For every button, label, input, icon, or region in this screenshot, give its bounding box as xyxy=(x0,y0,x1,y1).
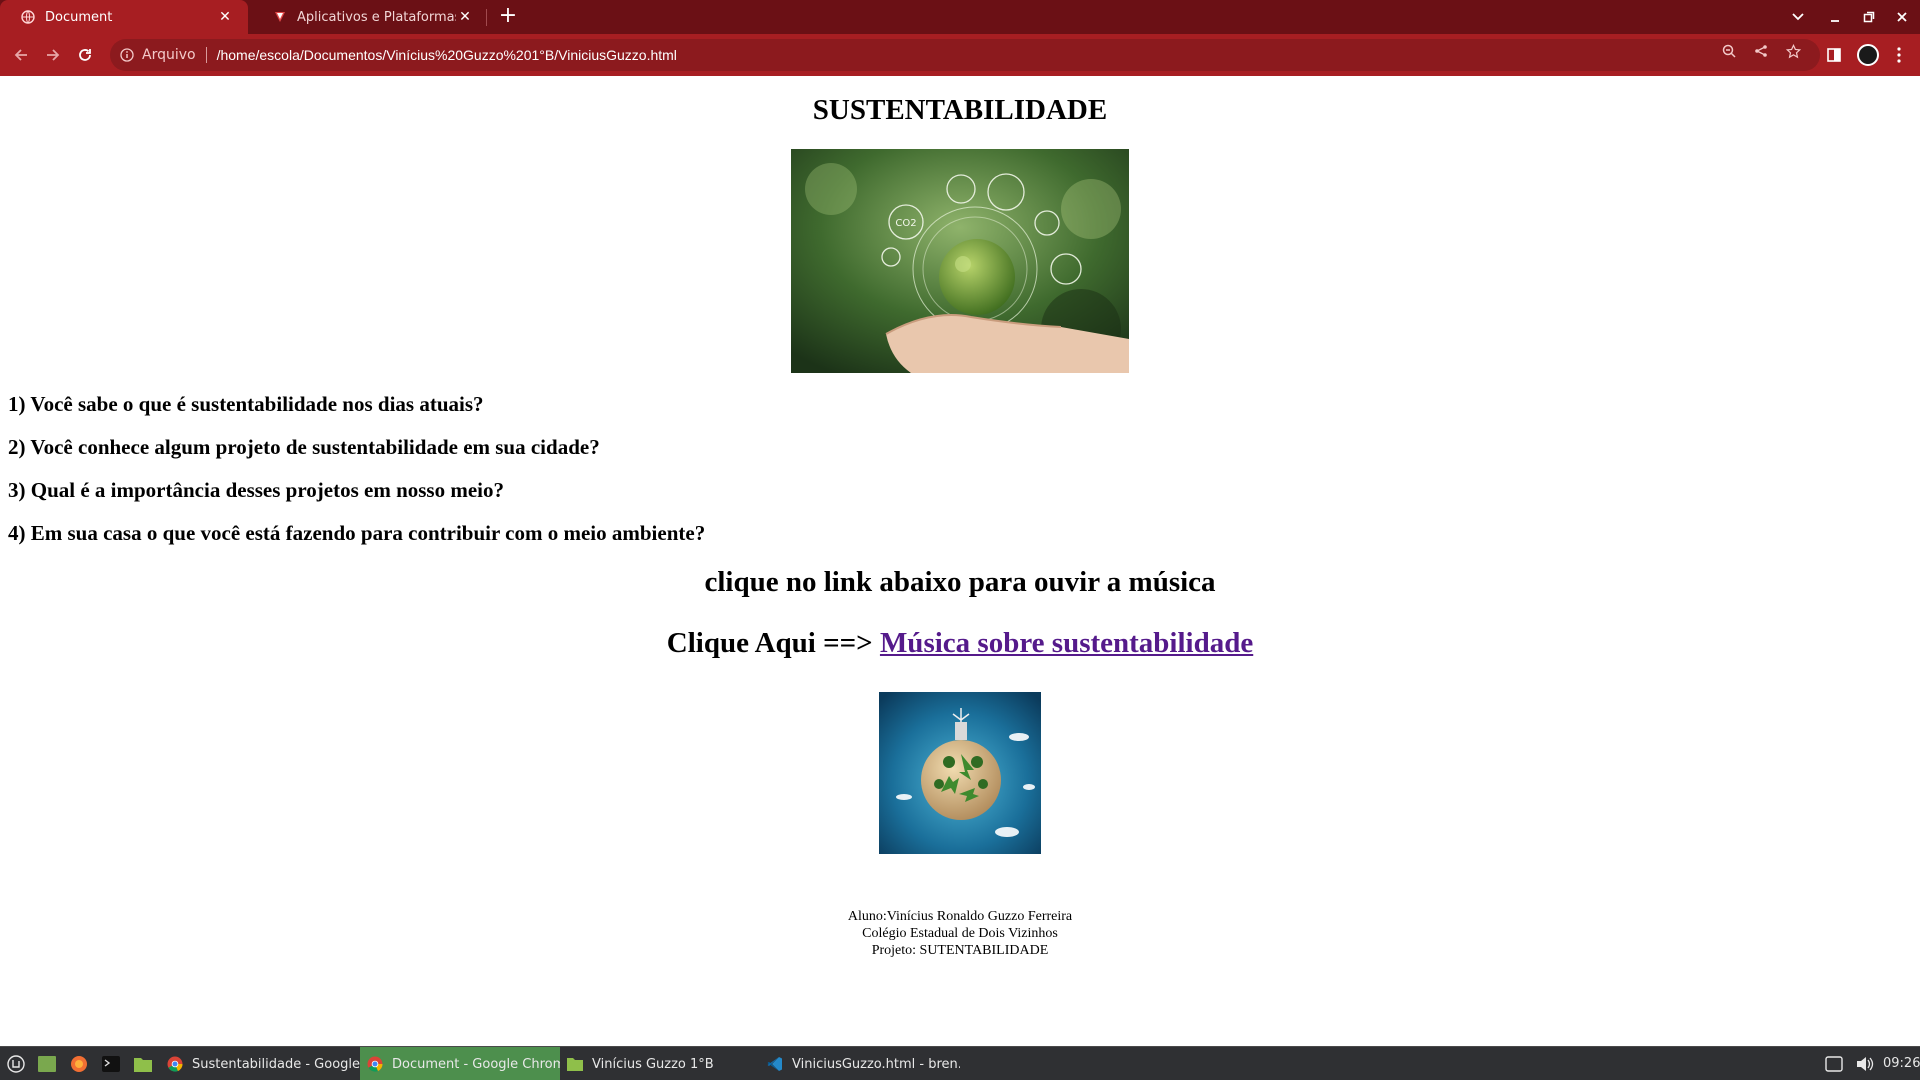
credit-project: Projeto: SUTENTABILIDADE xyxy=(871,943,1049,958)
sustainability-hand-globe-image: CO2 xyxy=(791,149,1129,373)
chrome-icon xyxy=(366,1055,384,1073)
scheme-label: Arquivo xyxy=(142,47,196,63)
browser-toolbar: Arquivo /home/escola/Documentos/Vinícius… xyxy=(0,34,1920,76)
question-4: 4) Em sua casa o que você está fazendo p… xyxy=(8,521,706,545)
bookmark-star-icon[interactable] xyxy=(1784,42,1802,60)
share-icon[interactable] xyxy=(1752,42,1770,60)
zoom-icon[interactable] xyxy=(1720,42,1738,60)
back-button[interactable] xyxy=(8,42,34,68)
forward-button[interactable] xyxy=(40,42,66,68)
page-title: SUSTENTABILIDADE xyxy=(812,94,1108,126)
folder-icon xyxy=(566,1055,584,1073)
music-link[interactable]: Música sobre sustentabilidade xyxy=(880,627,1253,659)
web-page: SUSTENTABILIDADE CO2 1) Você sabe o que … xyxy=(0,76,1920,1046)
tab-title: Aplicativos e Plataformas Edu xyxy=(297,9,456,25)
restore-button[interactable] xyxy=(1857,6,1881,28)
music-heading: clique no link abaixo para ouvir a músic… xyxy=(704,566,1216,598)
tab-strip: Document ✕ Aplicativos e Plataformas Edu… xyxy=(0,0,1920,34)
url-text[interactable]: /home/escola/Documentos/Vinícius%20Guzzo… xyxy=(217,47,677,63)
music-link-line: Clique Aqui ==> Música sobre sustentabil… xyxy=(0,627,1920,660)
credit-student: Aluno:Vinícius Ronaldo Guzzo Ferreira xyxy=(847,909,1073,924)
taskbar-app-label: ViniciusGuzzo.html - bren... xyxy=(792,1056,960,1072)
school-icon xyxy=(272,9,288,25)
terminal-icon[interactable] xyxy=(101,1054,121,1074)
show-desktop-icon[interactable] xyxy=(37,1054,57,1074)
volume-icon[interactable] xyxy=(1855,1055,1875,1073)
tab-search-icon[interactable] xyxy=(1786,6,1810,28)
taskbar: Sustentabilidade - Google ... Document -… xyxy=(0,1046,1920,1080)
globe-icon xyxy=(20,9,36,25)
notifications-icon[interactable] xyxy=(1824,1055,1844,1073)
credits-block: Aluno:Vinícius Ronaldo Guzzo Ferreira Co… xyxy=(0,908,1920,959)
profile-avatar[interactable] xyxy=(1857,44,1879,66)
taskbar-app-folder[interactable]: Vinícius Guzzo 1°B xyxy=(560,1047,750,1080)
question-3: 3) Qual é a importância desses projetos … xyxy=(8,478,504,502)
link-prefix: Clique Aqui ==> xyxy=(666,627,880,659)
files-icon[interactable] xyxy=(133,1054,153,1074)
menu-kebab-icon[interactable] xyxy=(1888,44,1910,66)
close-tab-icon[interactable]: ✕ xyxy=(216,8,234,26)
tab-aplicativos[interactable]: Aplicativos e Plataformas Edu ✕ xyxy=(252,0,488,34)
start-menu-icon[interactable] xyxy=(6,1054,26,1074)
taskbar-app-sustentabilidade[interactable]: Sustentabilidade - Google ... xyxy=(160,1047,360,1080)
new-tab-button[interactable]: + xyxy=(496,5,520,29)
taskbar-app-vscode[interactable]: ViniciusGuzzo.html - bren... xyxy=(760,1047,960,1080)
taskbar-app-label: Document - Google Chrome xyxy=(392,1056,560,1072)
omnibox-divider xyxy=(205,47,207,63)
clock[interactable]: 09:26 xyxy=(1883,1056,1920,1071)
chrome-icon xyxy=(166,1055,184,1073)
tab-title: Document xyxy=(45,9,113,25)
firefox-icon[interactable] xyxy=(69,1054,89,1074)
recycling-planet-image xyxy=(879,692,1041,854)
close-window-button[interactable] xyxy=(1890,6,1914,28)
address-bar[interactable]: Arquivo /home/escola/Documentos/Vinícius… xyxy=(110,39,1820,71)
tab-document[interactable]: Document ✕ xyxy=(0,0,248,34)
vscode-icon xyxy=(766,1055,784,1073)
tab-separator xyxy=(486,9,487,26)
question-2: 2) Você conhece algum projeto de sustent… xyxy=(8,435,600,459)
info-icon[interactable] xyxy=(118,46,136,64)
minimize-button[interactable] xyxy=(1823,6,1847,28)
svg-text:CO2: CO2 xyxy=(895,218,916,229)
taskbar-app-label: Sustentabilidade - Google ... xyxy=(192,1056,360,1072)
close-tab-icon[interactable]: ✕ xyxy=(456,8,474,26)
reload-button[interactable] xyxy=(72,42,98,68)
taskbar-app-document[interactable]: Document - Google Chrome xyxy=(360,1047,560,1080)
side-panel-icon[interactable] xyxy=(1823,44,1845,66)
question-1: 1) Você sabe o que é sustentabilidade no… xyxy=(8,392,484,416)
taskbar-app-label: Vinícius Guzzo 1°B xyxy=(592,1056,714,1072)
credit-school: Colégio Estadual de Dois Vizinhos xyxy=(862,926,1058,941)
